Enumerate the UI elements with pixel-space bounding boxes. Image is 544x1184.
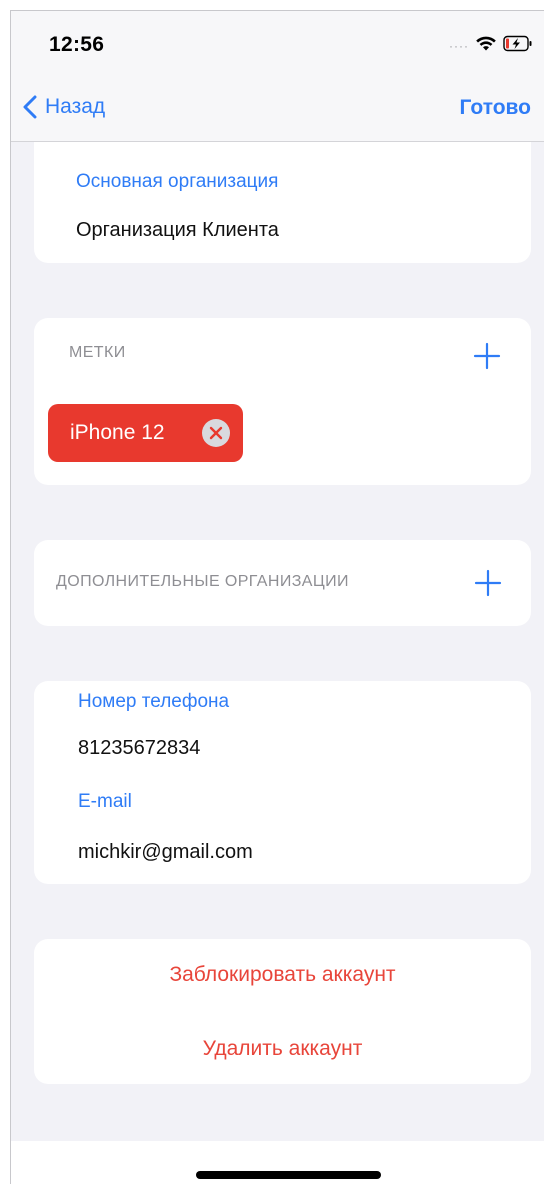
- additional-organizations-header: ДОПОЛНИТЕЛЬНЫЕ ОРГАНИЗАЦИИ: [56, 573, 349, 590]
- add-organization-plus-icon[interactable]: [474, 569, 502, 597]
- primary-organization-label: Основная организация: [76, 171, 279, 192]
- status-icons: ····: [449, 33, 533, 53]
- tag-chip[interactable]: iPhone 12: [48, 404, 243, 462]
- screen: Основная организация Организация Клиента…: [10, 10, 544, 1184]
- wifi-icon: [476, 36, 496, 50]
- back-button-label: Назад: [45, 95, 106, 118]
- phone-label: Номер телефона: [78, 691, 230, 712]
- home-indicator-area: [11, 1141, 544, 1184]
- delete-account-button[interactable]: Удалить аккаунт: [34, 1037, 531, 1061]
- primary-organization-card: Основная организация Организация Клиента: [34, 131, 531, 263]
- remove-tag-icon[interactable]: [201, 418, 231, 448]
- primary-organization-value[interactable]: Организация Клиента: [76, 219, 279, 242]
- done-button[interactable]: Готово: [460, 96, 531, 120]
- phone-value[interactable]: 81235672834: [78, 737, 200, 760]
- home-indicator[interactable]: [196, 1171, 381, 1179]
- tags-card: МЕТКИ iPhone 12: [34, 318, 531, 485]
- battery-charging-icon: [503, 35, 532, 51]
- back-button[interactable]: Назад: [23, 95, 105, 119]
- email-label: E-mail: [78, 791, 132, 812]
- tags-header: МЕТКИ: [69, 344, 126, 361]
- status-time: 12:56: [49, 33, 105, 56]
- tag-label: iPhone 12: [70, 421, 165, 444]
- additional-organizations-card[interactable]: ДОПОЛНИТЕЛЬНЫЕ ОРГАНИЗАЦИИ: [34, 540, 531, 626]
- cellular-signal-icon: ····: [449, 39, 469, 53]
- navigation-bar: 12:56 ···· Назад Готово: [11, 11, 544, 142]
- account-actions-card: Заблокировать аккаунт Удалить аккаунт: [34, 939, 531, 1084]
- chevron-left-icon: [23, 95, 37, 119]
- email-value[interactable]: michkir@gmail.com: [78, 841, 253, 864]
- contact-card: Номер телефона 81235672834 E-mail michki…: [34, 681, 531, 884]
- add-tag-plus-icon[interactable]: [473, 342, 501, 370]
- block-account-button[interactable]: Заблокировать аккаунт: [34, 963, 531, 987]
